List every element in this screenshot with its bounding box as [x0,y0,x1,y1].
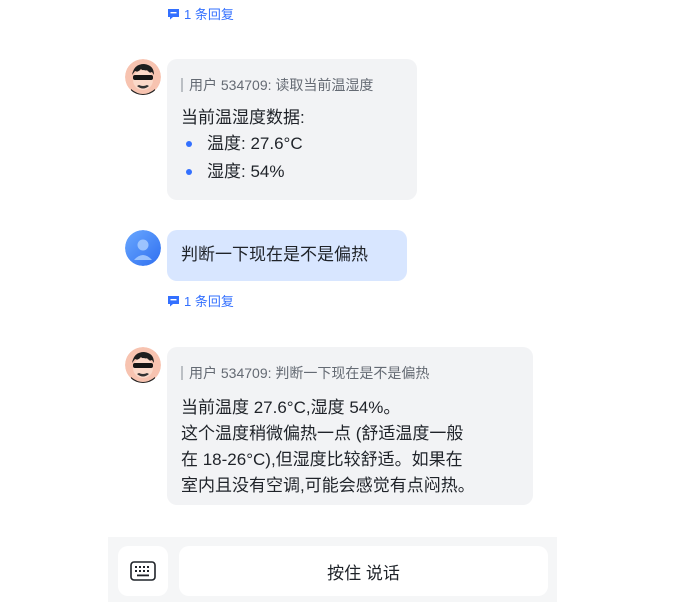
reply-thread-link[interactable]: 1 条回复 [167,291,234,310]
reply-line: 这个温度稍微偏热一点 (舒适温度一般 [181,424,464,443]
bot-message-bubble[interactable]: 用户 534709: 读取当前温湿度 当前温湿度数据: 温度: 27.6°C 湿… [167,59,417,200]
user-avatar[interactable] [125,230,161,266]
reply-line: 室内且没有空调,可能会感觉有点闷热。 [181,476,475,495]
reply-line: 在 18-26°C),但湿度比较舒适。如果在 [181,450,463,469]
hold-to-talk-button[interactable]: 按住 说话 [179,546,548,596]
quote-bar [181,366,183,380]
keyboard-icon [130,561,156,581]
user-message-text: 判断一下现在是不是偏热 [181,245,368,264]
reply-count: 1 条回复 [184,294,234,309]
list-item: 温度: 27.6°C [181,130,303,158]
bot-reply-text: 当前温度 27.6°C,湿度 54%。 这个温度稍微偏热一点 (舒适温度一般 在… [181,395,475,499]
list-item: 湿度: 54% [181,158,303,186]
comment-icon [168,295,179,306]
data-list: 温度: 27.6°C 湿度: 54% [181,130,303,186]
bot-message-bubble[interactable]: 用户 534709: 判断一下现在是不是偏热 当前温度 27.6°C,湿度 54… [167,347,533,505]
bot-avatar-image [125,59,161,95]
quoted-message[interactable]: 用户 534709: 判断一下现在是不是偏热 [181,363,429,383]
quoted-text: 用户 534709: 判断一下现在是不是偏热 [189,365,430,381]
user-message-bubble[interactable]: 判断一下现在是不是偏热 [167,230,407,281]
bot-avatar[interactable] [125,59,161,95]
quoted-message[interactable]: 用户 534709: 读取当前温湿度 [181,75,373,95]
bot-avatar[interactable] [125,347,161,383]
message-heading: 当前温湿度数据: [181,108,305,127]
reply-count: 1 条回复 [184,7,234,22]
comment-icon [168,8,179,19]
user-avatar-image [125,230,161,266]
reply-line: 当前温度 27.6°C,湿度 54%。 [181,398,401,417]
reply-thread-link[interactable]: 1 条回复 [167,4,234,23]
quoted-text: 用户 534709: 读取当前温湿度 [189,77,374,93]
quote-bar [181,78,183,92]
bot-avatar-image [125,347,161,383]
keyboard-toggle-button[interactable] [118,546,168,596]
